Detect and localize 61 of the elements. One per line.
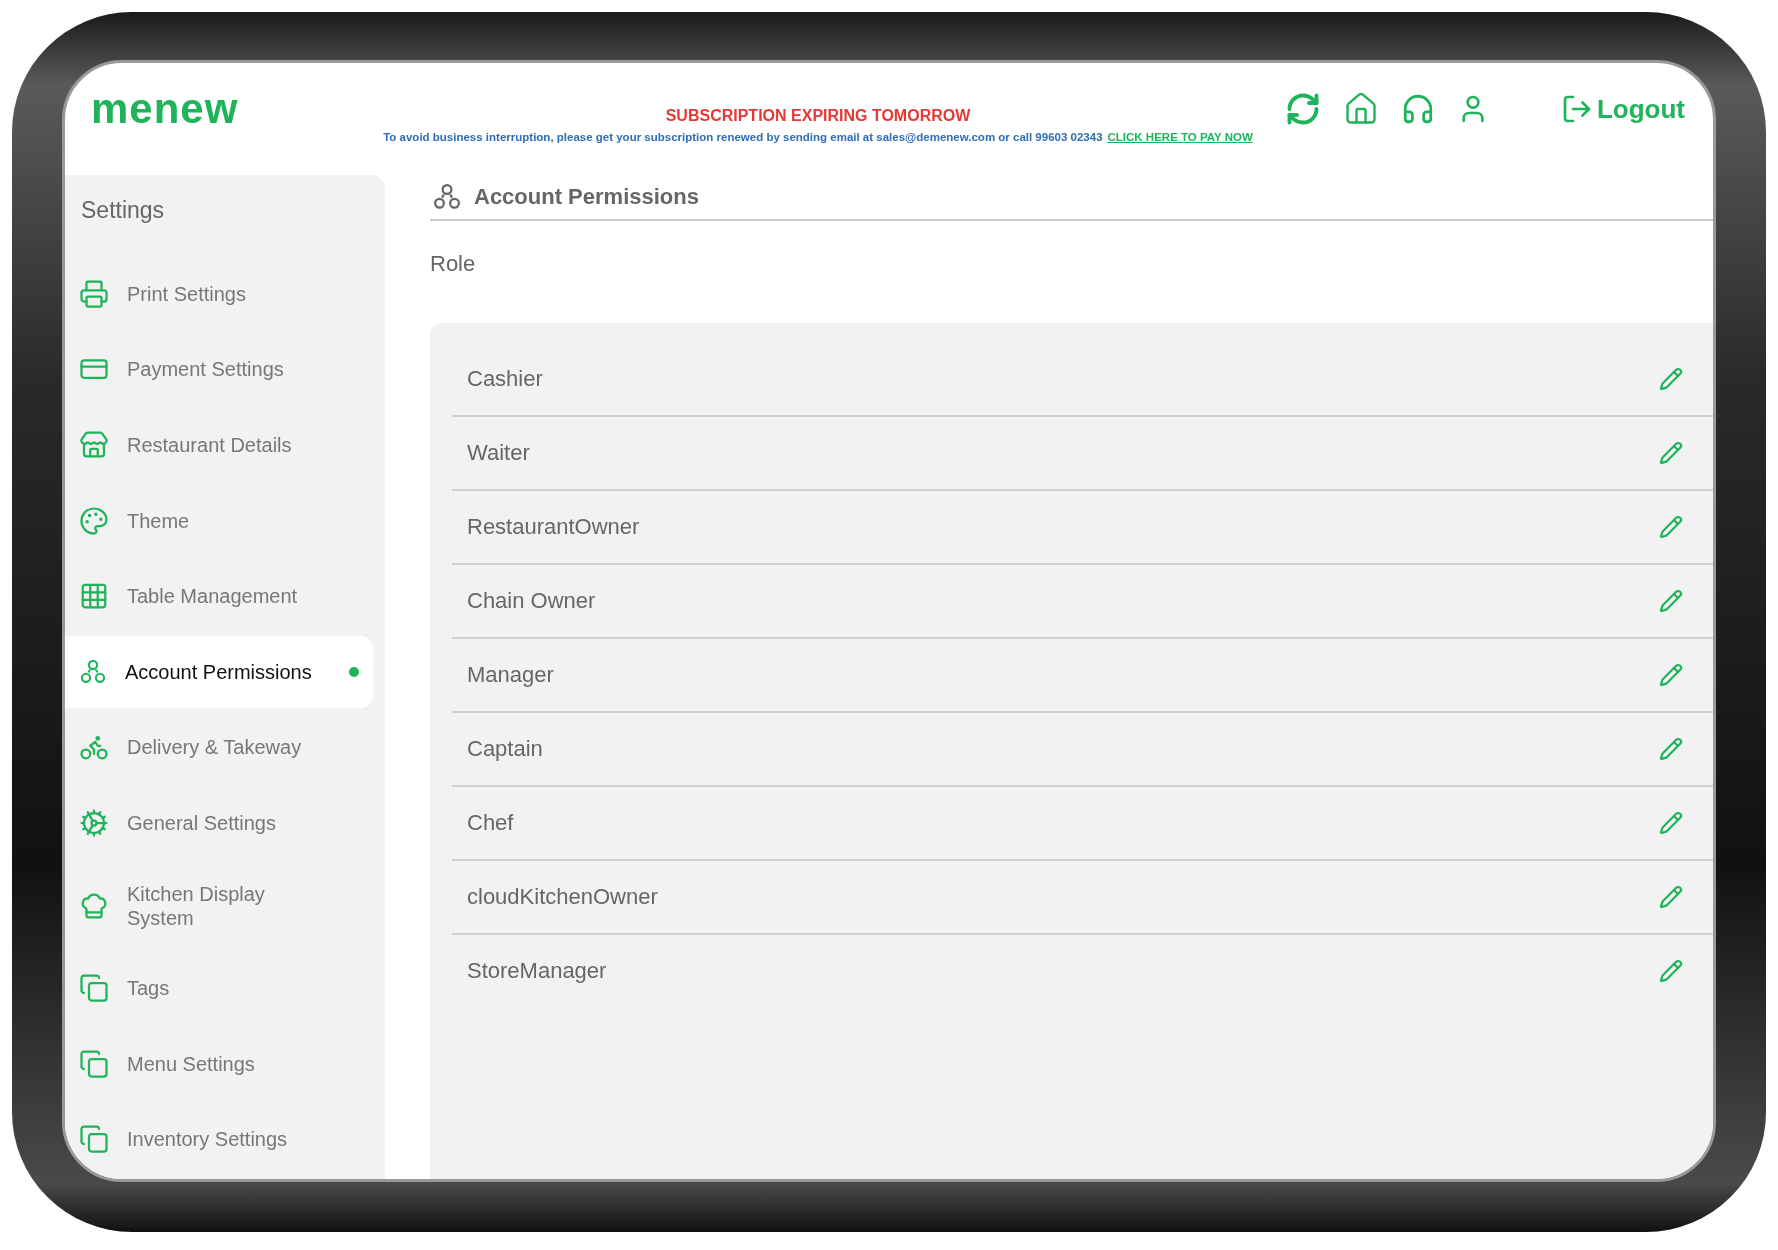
people-icon bbox=[432, 182, 462, 212]
role-name: StoreManager bbox=[467, 958, 607, 984]
edit-icon[interactable] bbox=[1659, 737, 1683, 761]
sidebar-item[interactable]: General Settings bbox=[65, 787, 373, 859]
people-icon bbox=[79, 657, 107, 686]
edit-icon[interactable] bbox=[1659, 515, 1683, 539]
edit-icon[interactable] bbox=[1659, 885, 1683, 909]
pay-link[interactable]: CLICK HERE TO PAY NOW bbox=[1107, 131, 1253, 143]
alert-message: To avoid business interruption, please get your subscription renewed by sending email at sales@demenew.com or call 99603 02343 bbox=[383, 131, 1103, 143]
sidebar-item-label: Payment Settings bbox=[127, 357, 284, 382]
edit-icon[interactable] bbox=[1659, 811, 1683, 835]
role-name: Manager bbox=[467, 662, 554, 688]
sidebar-item-label: Account Permissions bbox=[125, 659, 312, 684]
sidebar-title: Settings bbox=[80, 197, 166, 225]
alert-title: SUBSCRIPTION EXPIRING TOMORROW bbox=[665, 107, 971, 125]
sidebar-item[interactable]: Table Management bbox=[65, 560, 373, 632]
store-icon bbox=[79, 430, 109, 460]
active-dot bbox=[349, 666, 359, 677]
role-name: Chain Owner bbox=[467, 588, 596, 614]
gear-icon bbox=[79, 807, 109, 838]
sidebar-item[interactable]: Delivery & Takeway bbox=[65, 711, 373, 784]
sidebar-item[interactable]: Menu Settings bbox=[65, 1027, 373, 1100]
sidebar-item[interactable]: Kitchen Display System bbox=[65, 862, 373, 949]
role-name: cloudKitchenOwner bbox=[467, 884, 658, 910]
stacked-squares-icon bbox=[79, 1124, 109, 1155]
stacked-squares-icon bbox=[79, 1048, 109, 1079]
sidebar-item-label: Menu Settings bbox=[127, 1051, 255, 1076]
sidebar-item[interactable]: Restaurant Details bbox=[65, 409, 373, 481]
sidebar-item-label: Tags bbox=[127, 976, 170, 1001]
logo: menew bbox=[91, 85, 240, 133]
sidebar-item-label: Kitchen Display System bbox=[127, 881, 266, 930]
stacked-squares-icon bbox=[79, 973, 109, 1004]
page-title: Account Permissions bbox=[474, 184, 699, 210]
sidebar-item-label: Inventory Settings bbox=[127, 1127, 288, 1152]
sidebar-item[interactable]: Payment Settings bbox=[65, 333, 373, 406]
sidebar-item[interactable]: Print Settings bbox=[65, 258, 373, 330]
sidebar-item[interactable]: Inventory Settings bbox=[65, 1103, 373, 1176]
sidebar-item[interactable]: Account Permissions bbox=[65, 635, 373, 708]
sidebar-item-label: Restaurant Details bbox=[127, 433, 292, 457]
logout-label: Logout bbox=[1596, 93, 1685, 125]
sidebar-item-label: Print Settings bbox=[127, 281, 246, 306]
edit-icon[interactable] bbox=[1659, 589, 1683, 613]
role-name: Captain bbox=[467, 736, 543, 762]
role-name: Cashier bbox=[467, 366, 543, 392]
palette-icon bbox=[79, 505, 109, 536]
role-name: Waiter bbox=[467, 440, 530, 466]
sidebar-item-label: Delivery & Takeway bbox=[127, 735, 302, 760]
logout-button[interactable]: Logout bbox=[1560, 93, 1685, 125]
sidebar-item[interactable]: Theme bbox=[65, 484, 373, 557]
sidebar-item-label: General Settings bbox=[127, 810, 276, 835]
section-label: Role bbox=[430, 250, 477, 278]
edit-icon[interactable] bbox=[1659, 959, 1683, 983]
sidebar-item-label: Theme bbox=[127, 508, 190, 533]
edit-icon[interactable] bbox=[1659, 663, 1683, 687]
printer-icon bbox=[79, 278, 109, 309]
role-name: Chef bbox=[467, 810, 514, 836]
sidebar-item-label: Table Management bbox=[127, 584, 298, 609]
sidebar-item[interactable]: Tags bbox=[65, 952, 373, 1024]
edit-icon[interactable] bbox=[1659, 441, 1683, 465]
edit-icon[interactable] bbox=[1659, 367, 1683, 391]
role-name: RestaurantOwner bbox=[467, 514, 640, 540]
